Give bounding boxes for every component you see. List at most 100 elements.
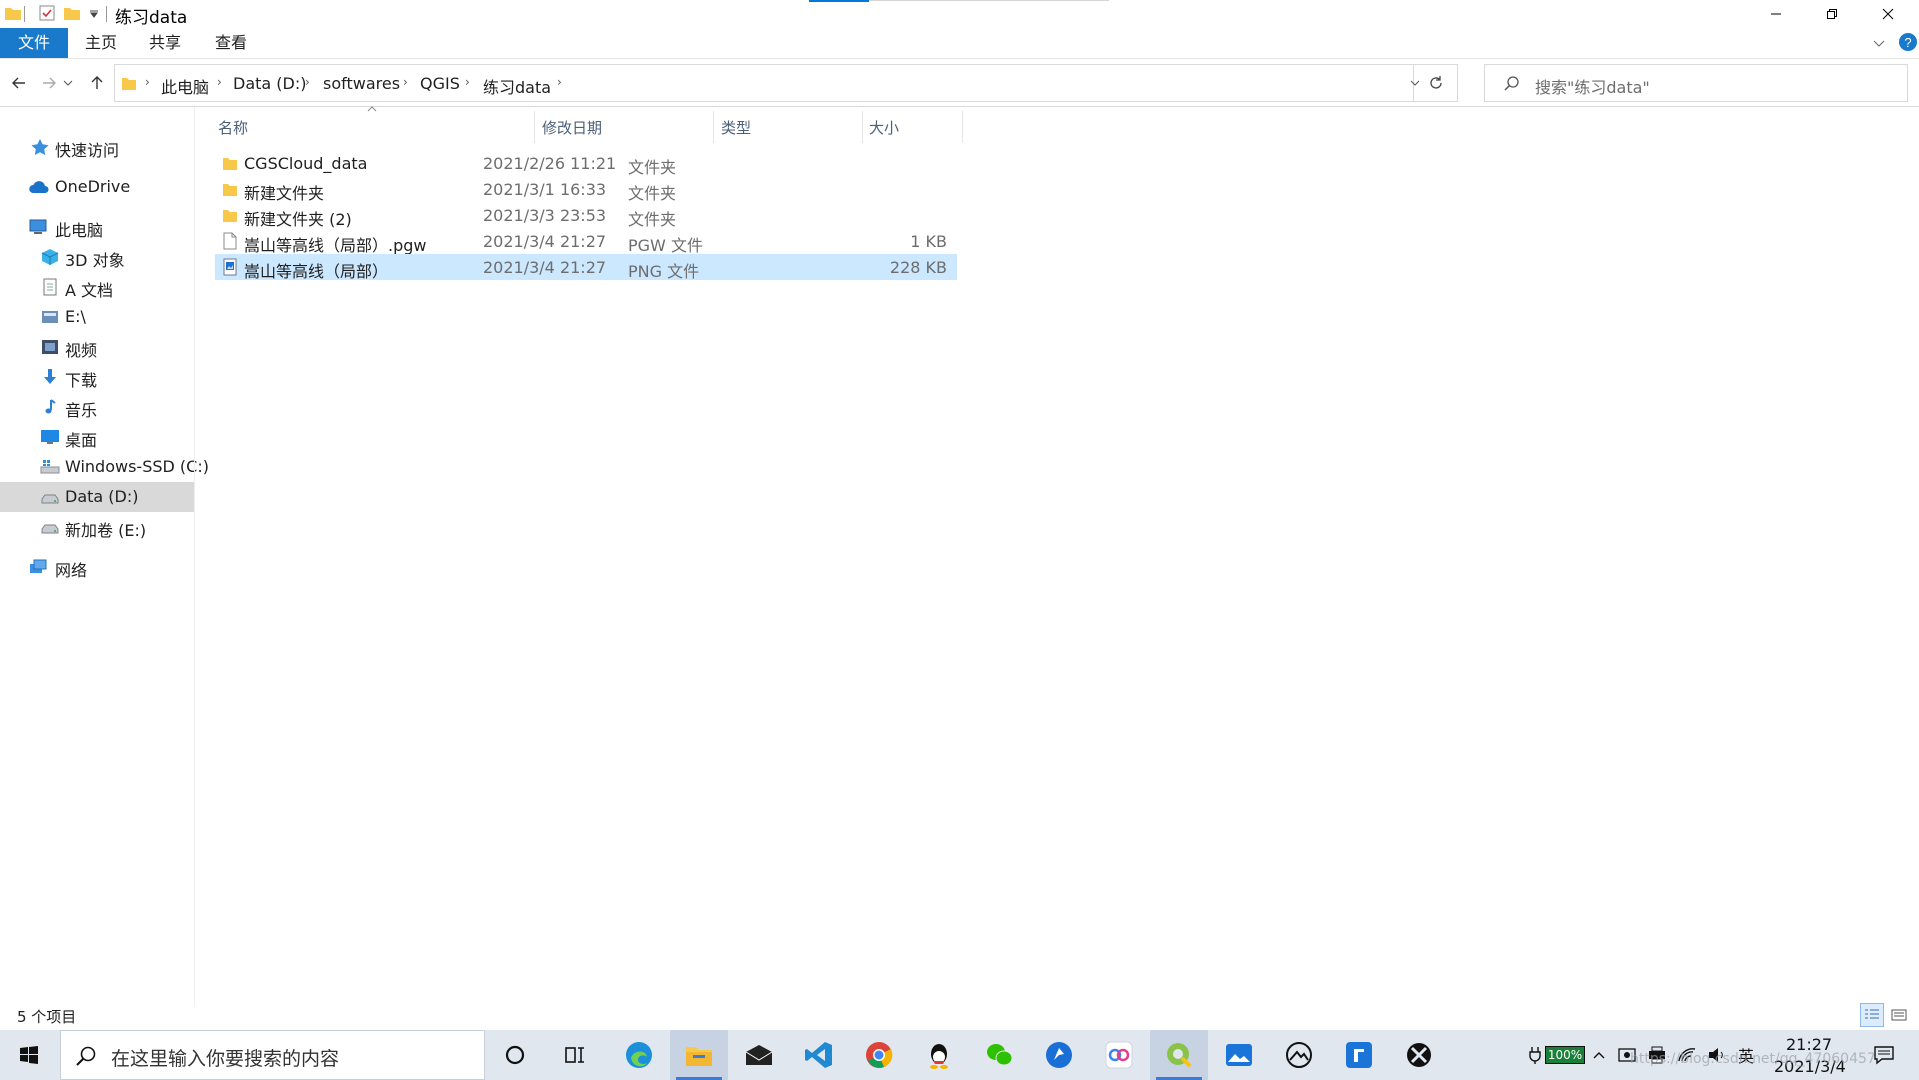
large-icons-view-icon: [1891, 1009, 1907, 1021]
teams-icon: [1346, 1042, 1372, 1068]
back-button[interactable]: [6, 70, 32, 96]
mail-app[interactable]: [730, 1030, 788, 1080]
breadcrumb-drive-d[interactable]: Data (D:): [233, 74, 306, 93]
forward-button[interactable]: [36, 70, 62, 96]
chevron-right-icon[interactable]: ›: [217, 75, 222, 89]
chevron-right-icon[interactable]: ›: [557, 75, 562, 89]
up-button[interactable]: [84, 70, 110, 96]
task-view-button[interactable]: [546, 1030, 604, 1080]
sidebar-item-label: 桌面: [65, 431, 98, 450]
chrome-app[interactable]: [850, 1030, 908, 1080]
file-row[interactable]: 嵩山等高线（局部） 2021/3/4 21:27 PNG 文件 228 KB: [215, 254, 957, 281]
sidebar-item-d-drive[interactable]: Data (D:): [0, 482, 194, 512]
xbox-app[interactable]: [1390, 1030, 1448, 1080]
close-button[interactable]: [1860, 0, 1916, 28]
chevron-right-icon[interactable]: ›: [465, 75, 470, 89]
chevron-right-icon[interactable]: ›: [305, 75, 310, 89]
refresh-button[interactable]: [1414, 64, 1458, 102]
expand-ribbon-icon[interactable]: [1872, 36, 1886, 50]
chevron-right-icon[interactable]: ›: [145, 75, 150, 89]
forward-arrow-icon: [43, 77, 56, 89]
sidebar-item-label: 快速访问: [55, 141, 120, 160]
column-divider[interactable]: [962, 111, 963, 143]
vscode-app[interactable]: [790, 1030, 848, 1080]
music-icon: [40, 398, 60, 416]
tab-file[interactable]: 文件: [0, 28, 68, 58]
baidu-netdisk-app[interactable]: [1090, 1030, 1148, 1080]
tab-home[interactable]: 主页: [73, 28, 129, 58]
sidebar-item-music[interactable]: 音乐: [0, 392, 194, 422]
column-header-type[interactable]: 类型: [721, 117, 751, 138]
sidebar-item-onedrive[interactable]: OneDrive: [0, 172, 194, 202]
title-bar: 练习data: [0, 0, 1919, 28]
column-divider[interactable]: [862, 111, 863, 143]
sidebar-item-label: Data (D:): [65, 487, 139, 506]
steam-app[interactable]: [1270, 1030, 1328, 1080]
file-row[interactable]: CGSCloud_data 2021/2/26 11:21 文件夹: [215, 150, 957, 177]
sidebar-item-videos[interactable]: 视频: [0, 332, 194, 362]
folder-icon: [222, 206, 238, 224]
sidebar-item-documents[interactable]: A 文档: [0, 272, 194, 302]
breadcrumb-current[interactable]: 练习data: [483, 74, 551, 98]
sidebar-item-network[interactable]: 网络: [0, 552, 194, 582]
column-header-size[interactable]: 大小: [869, 117, 899, 138]
sidebar-item-this-pc[interactable]: 此电脑: [0, 212, 194, 242]
column-divider[interactable]: [713, 111, 714, 143]
customize-dropdown-icon[interactable]: [85, 4, 103, 22]
photos-app[interactable]: [1210, 1030, 1268, 1080]
chevron-right-icon[interactable]: ›: [403, 75, 408, 89]
qgis-app[interactable]: [1150, 1030, 1208, 1080]
sidebar-item-c-drive[interactable]: Windows-SSD (C:): [0, 452, 209, 482]
watermark: https://blog.csdn.net/qq_47060457: [1630, 1051, 1876, 1067]
wechat-app[interactable]: [970, 1030, 1028, 1080]
file-icon: [222, 232, 238, 250]
qq-app[interactable]: [910, 1030, 968, 1080]
address-bar[interactable]: › 此电脑 › Data (D:) › softwares › QGIS › 练…: [114, 64, 1420, 102]
sidebar-item-desktop[interactable]: 桌面: [0, 422, 194, 452]
column-header-date[interactable]: 修改日期: [542, 117, 602, 138]
sidebar-item-e-drive[interactable]: 新加卷 (E:): [0, 512, 194, 542]
recent-locations-button[interactable]: [60, 70, 76, 96]
tab-share[interactable]: 共享: [137, 28, 193, 58]
breadcrumb-this-pc[interactable]: 此电脑: [161, 74, 209, 98]
cortana-button[interactable]: [486, 1030, 544, 1080]
minimize-button[interactable]: [1748, 0, 1804, 28]
column-divider[interactable]: [534, 111, 535, 143]
details-view-button[interactable]: [1860, 1003, 1884, 1027]
show-hidden-icons-button[interactable]: [1588, 1030, 1610, 1080]
start-button[interactable]: [0, 1030, 58, 1080]
breadcrumb-qgis[interactable]: QGIS: [420, 74, 460, 93]
taskbar-search-box[interactable]: 在这里输入你要搜索的内容: [60, 1030, 485, 1080]
file-row[interactable]: 新建文件夹 (2) 2021/3/3 23:53 文件夹: [215, 202, 957, 229]
title-accent-line: [809, 0, 869, 2]
feishu-app[interactable]: [1030, 1030, 1088, 1080]
address-row: › 此电脑 › Data (D:) › softwares › QGIS › 练…: [0, 60, 1919, 107]
chevron-up-icon: [1593, 1052, 1605, 1059]
file-row[interactable]: 嵩山等高线（局部）.pgw 2021/3/4 21:27 PGW 文件 1 KB: [215, 228, 957, 255]
new-folder-icon[interactable]: [63, 4, 81, 22]
large-icons-view-button[interactable]: [1887, 1003, 1911, 1027]
sidebar-item-downloads[interactable]: 下载: [0, 362, 194, 392]
properties-icon[interactable]: [38, 4, 56, 22]
pane-divider[interactable]: [194, 107, 195, 1007]
breadcrumb-softwares[interactable]: softwares: [323, 74, 400, 93]
restore-button[interactable]: [1804, 0, 1860, 28]
drive-icon: [40, 488, 60, 506]
sidebar-item-3d-objects[interactable]: 3D 对象: [0, 242, 194, 272]
search-icon: [75, 1045, 97, 1067]
column-header-name[interactable]: 名称: [218, 117, 248, 138]
search-box[interactable]: 搜索"练习data": [1484, 64, 1908, 102]
folder-icon[interactable]: [4, 4, 22, 22]
battery-indicator[interactable]: 100%: [1520, 1030, 1592, 1080]
help-icon[interactable]: ?: [1898, 32, 1918, 52]
edge-app[interactable]: [610, 1030, 668, 1080]
file-row[interactable]: 新建文件夹 2021/3/1 16:33 文件夹: [215, 176, 957, 203]
file-explorer-app[interactable]: [670, 1030, 728, 1080]
qat-divider: [24, 6, 25, 22]
tab-view[interactable]: 查看: [203, 28, 259, 58]
file-name: 嵩山等高线（局部）: [244, 262, 389, 281]
sidebar-item-quick-access[interactable]: 快速访问: [0, 132, 194, 162]
teams-app[interactable]: [1330, 1030, 1388, 1080]
sort-ascending-icon: [367, 106, 377, 112]
sidebar-item-e-folder[interactable]: E:\: [0, 302, 194, 332]
